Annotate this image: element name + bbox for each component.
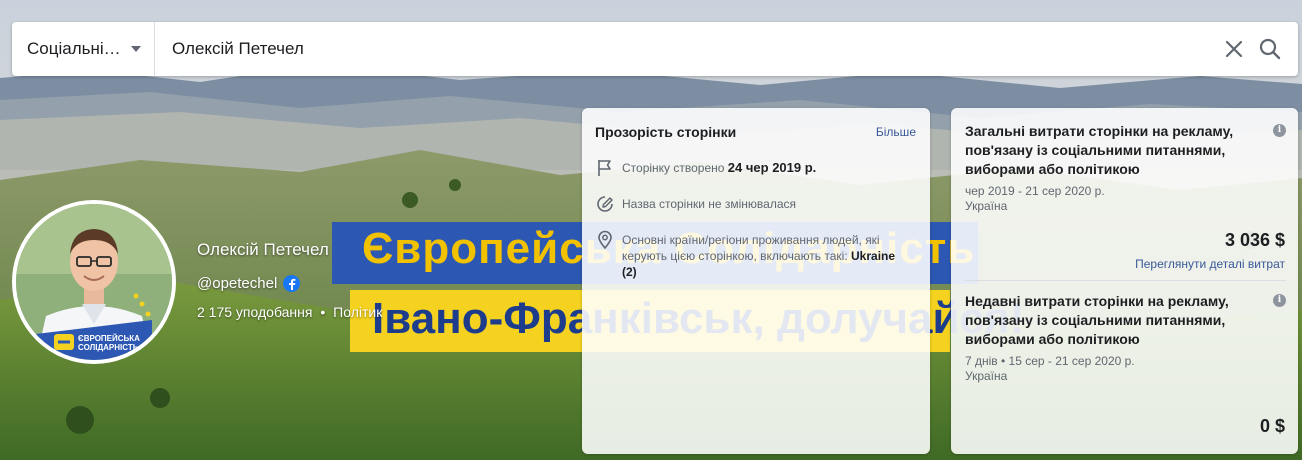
profile-stats: 2 175 уподобання • Політик: [197, 304, 382, 320]
page-category: Політик: [333, 304, 383, 320]
total-spend-section: Загальні витрати сторінки на рекламу, по…: [965, 122, 1286, 213]
search-bar: Соціальні…: [12, 22, 1298, 76]
search-icon[interactable]: [1258, 37, 1282, 61]
profile-name[interactable]: Олексій Петечел: [197, 240, 329, 260]
name-history-row: Назва сторінки не змінювалася: [595, 196, 916, 214]
profile-handle[interactable]: @opetechel: [197, 275, 277, 292]
created-date: 24 чер 2019 р.: [727, 160, 817, 175]
info-icon[interactable]: i: [1273, 294, 1286, 307]
created-row: Сторінку створено 24 чер 2019 р.: [595, 160, 916, 178]
likes-count: 2 175 уподобання: [197, 304, 313, 320]
total-spend-amount: 3 036 $: [1224, 230, 1285, 250]
info-icon[interactable]: i: [1273, 124, 1286, 137]
search-input[interactable]: [155, 39, 1222, 59]
category-label: Соціальні…: [27, 39, 121, 58]
avatar-logo-line1: ЄВРОПЕЙСЬКА: [78, 334, 140, 343]
clear-icon[interactable]: [1222, 37, 1246, 61]
recent-spend-section: Недавні витрати сторінки на рекламу, пов…: [965, 292, 1286, 383]
profile-handle-row: @opetechel: [197, 275, 301, 292]
more-link[interactable]: Більше: [876, 125, 916, 139]
caret-down-icon: [130, 46, 141, 52]
stats-separator: •: [320, 304, 326, 320]
total-spend-title: Загальні витрати сторінки на рекламу, по…: [965, 123, 1234, 177]
search-actions: [1222, 37, 1298, 61]
ad-spend-card: Загальні витрати сторінки на рекламу, по…: [951, 108, 1298, 454]
transparency-title: Прозорість сторінки: [595, 124, 737, 140]
avatar[interactable]: ЄВРОПЕЙСЬКА СОЛІДАРНІСТЬ: [12, 200, 176, 364]
view-spend-details-link[interactable]: Переглянути деталі витрат: [1135, 257, 1285, 271]
total-spend-date: чер 2019 - 21 сер 2020 р.: [965, 184, 1105, 198]
created-label: Сторінку створено: [622, 161, 725, 175]
card-divider: [965, 280, 1286, 281]
location-pin-icon: [595, 230, 615, 250]
countries-row: Основні країни/регіони проживання людей,…: [595, 230, 916, 280]
recent-spend-country: Україна: [965, 369, 1008, 383]
profile-portrait: ЄВРОПЕЙСЬКА СОЛІДАРНІСТЬ: [16, 204, 172, 360]
avatar-logo-line2: СОЛІДАРНІСТЬ: [78, 343, 139, 352]
countries-label: Основні країни/регіони проживання людей,…: [622, 233, 880, 263]
name-unchanged: Назва сторінки не змінювалася: [622, 197, 797, 211]
facebook-icon: [283, 275, 301, 292]
edit-icon: [595, 194, 615, 214]
flag-icon: [595, 158, 615, 178]
recent-spend-date: 7 днів • 15 сер - 21 сер 2020 р.: [965, 354, 1135, 368]
page-transparency-card: Прозорість сторінки Більше Сторінку ство…: [582, 108, 930, 454]
recent-spend-amount: 0 $: [1259, 416, 1285, 436]
recent-spend-title: Недавні витрати сторінки на рекламу, пов…: [965, 293, 1229, 347]
total-spend-country: Україна: [965, 199, 1008, 213]
category-dropdown[interactable]: Соціальні…: [12, 22, 155, 76]
